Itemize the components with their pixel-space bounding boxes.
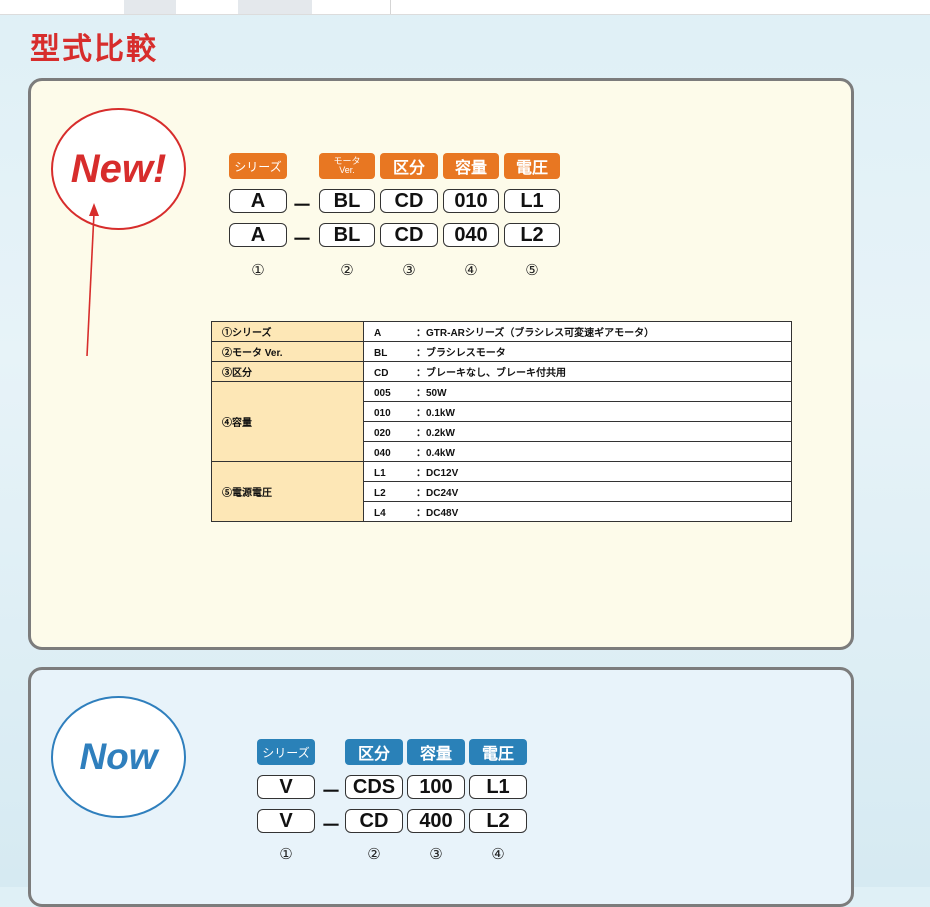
header-capacity: 容量: [443, 153, 499, 179]
row-value: CD ：ブレーキなし、ブレーキ付共用: [363, 361, 792, 382]
code-capacity: 100: [407, 775, 465, 799]
code-voltage: L2: [504, 223, 560, 247]
header-capacity: 容量: [407, 739, 465, 765]
code-dash: －: [321, 815, 341, 837]
position-number: ③: [429, 845, 443, 863]
position-number: ④: [491, 845, 505, 863]
header-ver-label: Ver.: [339, 165, 355, 175]
code-division: CDS: [345, 775, 403, 799]
code-division: CD: [380, 223, 438, 247]
header-motor-ver: モータ Ver.: [319, 153, 375, 179]
tab-2[interactable]: [238, 0, 312, 14]
new-model-panel: New! シリーズ モータ Ver. 区分 容量 電圧 A － BL CD 01…: [28, 78, 854, 650]
code-capacity: 400: [407, 809, 465, 833]
code-voltage: L1: [504, 189, 560, 213]
page-title: 型式比較: [30, 32, 158, 67]
code-capacity: 040: [443, 223, 499, 247]
row-value: L1 ：DC12V: [363, 461, 792, 482]
position-number: ③: [402, 261, 416, 279]
row-value: L2 ：DC24V: [363, 481, 792, 502]
row-value: 005 ：50W: [363, 381, 792, 402]
header-series: シリーズ: [257, 739, 315, 765]
header-division: 区分: [345, 739, 403, 765]
arrow-up-icon: [86, 203, 99, 357]
row-label: ⑤電源電圧: [211, 461, 364, 522]
header-series: シリーズ: [229, 153, 287, 179]
position-number: ⑤: [525, 261, 539, 279]
position-number: ②: [367, 845, 381, 863]
code-dash: －: [292, 229, 312, 251]
header-voltage: 電圧: [469, 739, 527, 765]
row-label: ②モータ Ver.: [211, 341, 364, 362]
code-series: A: [229, 223, 287, 247]
code-series: A: [229, 189, 287, 213]
top-tab-strip: [0, 0, 930, 15]
row-value: BL ：ブラシレスモータ: [363, 341, 792, 362]
header-voltage: 電圧: [504, 153, 560, 179]
row-value: L4 ：DC48V: [363, 501, 792, 522]
code-voltage: L2: [469, 809, 527, 833]
code-dash: －: [292, 195, 312, 217]
code-division: CD: [380, 189, 438, 213]
table-row: ①シリーズ A ：GTR-ARシリーズ（ブラシレス可変速ギアモータ）: [211, 321, 792, 342]
row-label: ③区分: [211, 361, 364, 382]
now-badge: Now: [51, 696, 186, 818]
table-row: ③区分 CD ：ブレーキなし、ブレーキ付共用: [211, 361, 792, 382]
header-division: 区分: [380, 153, 438, 179]
table-row: ④容量 005 ：50W: [211, 381, 792, 462]
row-label: ①シリーズ: [211, 321, 364, 342]
code-motor: BL: [319, 189, 375, 213]
tab-1[interactable]: [124, 0, 176, 14]
code-motor: BL: [319, 223, 375, 247]
code-series: V: [257, 809, 315, 833]
row-value: 040 ：0.4kW: [363, 441, 792, 462]
tab-divider: [390, 0, 391, 14]
row-value: 010 ：0.1kW: [363, 401, 792, 422]
code-dash: －: [321, 781, 341, 803]
table-row: ②モータ Ver. BL ：ブラシレスモータ: [211, 341, 792, 362]
row-value: 020 ：0.2kW: [363, 421, 792, 442]
position-number: ①: [251, 261, 265, 279]
model-spec-table: ①シリーズ A ：GTR-ARシリーズ（ブラシレス可変速ギアモータ） ②モータ V…: [211, 321, 792, 522]
code-capacity: 010: [443, 189, 499, 213]
position-number: ①: [279, 845, 293, 863]
code-division: CD: [345, 809, 403, 833]
row-value: A ：GTR-ARシリーズ（ブラシレス可変速ギアモータ）: [363, 321, 792, 342]
position-number: ②: [340, 261, 354, 279]
position-number: ④: [464, 261, 478, 279]
row-label: ④容量: [211, 381, 364, 462]
now-model-panel: Now シリーズ 区分 容量 電圧 V － CDS 100 L1 V － CD …: [28, 667, 854, 907]
code-voltage: L1: [469, 775, 527, 799]
table-row: ⑤電源電圧 L1 ：DC12V: [211, 461, 792, 522]
code-series: V: [257, 775, 315, 799]
